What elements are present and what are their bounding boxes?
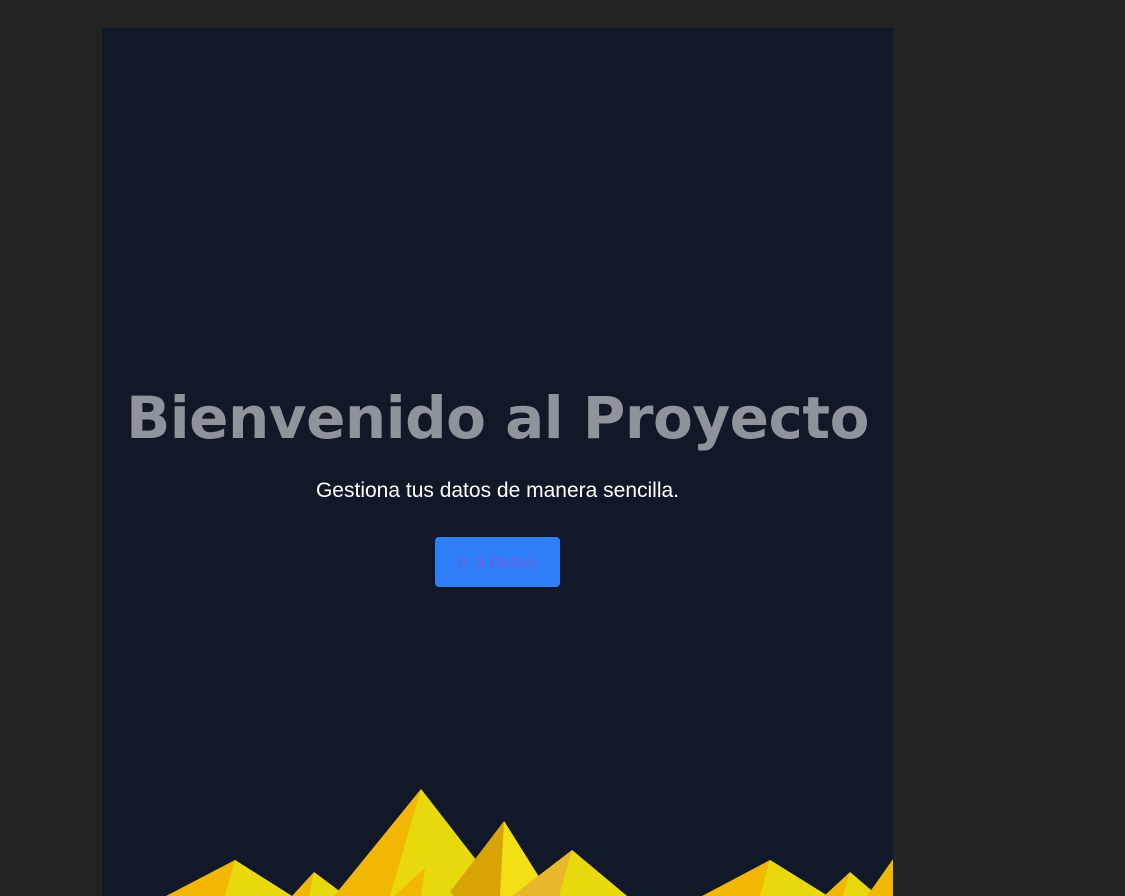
- mountain-range-right: [702, 859, 893, 896]
- page-title: Bienvenido al Proyecto: [126, 384, 869, 452]
- go-to-items-button[interactable]: Ir a Items: [435, 537, 560, 587]
- mountain-range-center: [334, 789, 627, 896]
- hero-section: Bienvenido al Proyecto Gestiona tus dato…: [102, 28, 893, 896]
- hero-subtitle: Gestiona tus datos de manera sencilla.: [315, 479, 680, 502]
- mountain-range-left: [166, 860, 346, 896]
- mountains-illustration: [166, 789, 893, 896]
- app-viewport: Bienvenido al Proyecto Gestiona tus dato…: [102, 28, 893, 896]
